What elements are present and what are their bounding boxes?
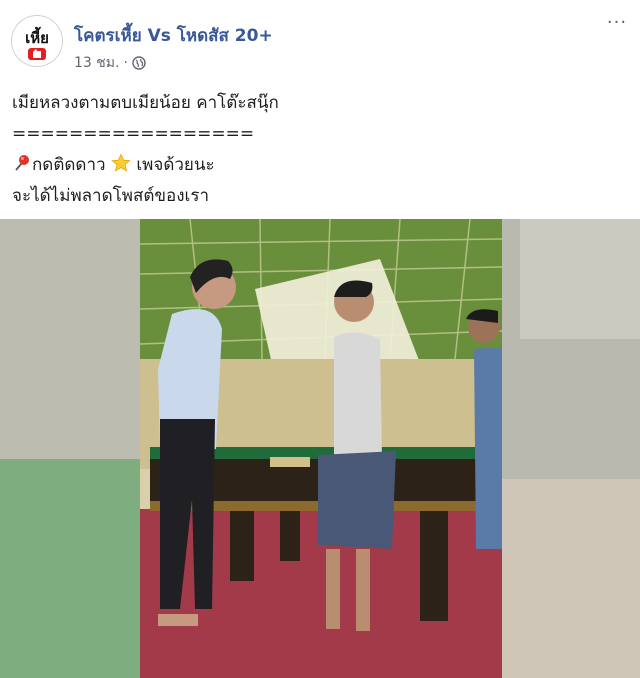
post-line-follow: จะได้ไม่พลาดโพสต์ของเรา <box>12 186 210 206</box>
star-icon <box>111 153 131 173</box>
facebook-post: เหี้ย โคตรเหี้ย Vs โหดสัส 20+ 13 ชม. · ·… <box>0 0 640 678</box>
video-frame <box>139 219 503 678</box>
page-avatar[interactable]: เหี้ย <box>12 16 62 66</box>
post-meta: 13 ชม. · <box>74 52 146 74</box>
meta-separator: · <box>123 55 128 71</box>
post-timestamp[interactable]: 13 ชม. <box>74 52 119 74</box>
cta-text-before: กดติดดาว <box>32 155 106 175</box>
page-name-link[interactable]: โคตรเหี้ย Vs โหดสัส 20+ <box>74 22 273 49</box>
post-body: เมียหลวงตามตบเมียน้อย คาโต๊ะสนุ๊ก ======… <box>12 88 612 212</box>
post-header: เหี้ย โคตรเหี้ย Vs โหดสัส 20+ 13 ชม. · ·… <box>0 0 640 80</box>
more-options-icon[interactable]: ··· <box>604 14 630 34</box>
avatar-text: เหี้ย <box>25 26 49 47</box>
pushpin-icon <box>12 153 32 173</box>
post-line-title: เมียหลวงตามตบเมียน้อย คาโต๊ะสนุ๊ก <box>12 93 279 113</box>
cta-text-after: เพจด้วยนะ <box>136 155 215 175</box>
video-player[interactable] <box>0 219 640 678</box>
globe-icon[interactable] <box>132 56 146 70</box>
post-line-separator: ================= <box>12 124 255 144</box>
post-line-cta: กดติดดาว เพจด้วยนะ <box>12 150 612 181</box>
